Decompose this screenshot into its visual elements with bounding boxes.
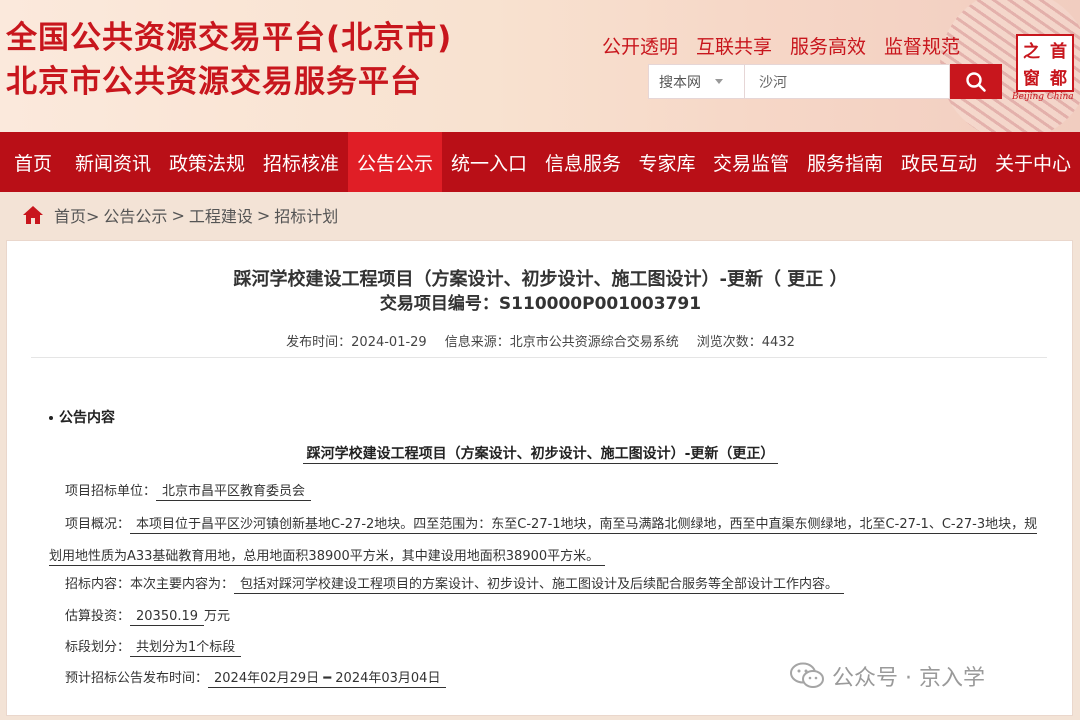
view-count: 浏览次数：4432 (696, 335, 795, 350)
article-panel: 踩河学校建设工程项目（方案设计、初步设计、施工图设计）-更新（ 更正 ） 交易项… (6, 240, 1073, 716)
slogan-item: 服务高效 (790, 36, 867, 58)
nav-item-supervision[interactable]: 交易监管 (704, 132, 798, 192)
beijing-logo[interactable]: 之 首 窗 都 (1016, 34, 1074, 92)
publish-time-value: 2024年02月29日 ━ 2024年03月04日 (208, 671, 447, 688)
chevron-down-icon (715, 79, 723, 84)
project-overview: 项目概况： 本项目位于昌平区沙河镇创新基地C-27-2地块。四至范围为：东至C-2… (49, 517, 1038, 566)
project-code-label: 交易项目编号： (379, 294, 499, 314)
search-scope-label: 搜本网 (659, 74, 701, 91)
slogan-bar: 公开透明 互联共享 服务高效 监督规范 (602, 32, 960, 59)
slogan-item: 互联共享 (696, 36, 773, 58)
nav-item-news[interactable]: 新闻资讯 (66, 132, 160, 192)
nav-item-info-services[interactable]: 信息服务 (536, 132, 630, 192)
bidding-content-row: 招标内容：本次主要内容为： 包括对踩河学校建设工程项目的方案设计、初步设计、施工图… (65, 573, 845, 594)
nav-item-home[interactable]: 首页 (0, 132, 66, 192)
breadcrumb-announcements[interactable]: 公告公示 (103, 203, 167, 227)
lots-value: 共划分为1个标段 (130, 640, 242, 657)
lots-row: 标段划分： 共划分为1个标段 (65, 636, 242, 657)
logo-char: 窗 (1023, 69, 1040, 89)
breadcrumb-separator: > (256, 205, 271, 225)
logo-char: 之 (1023, 42, 1040, 62)
nav-item-interaction[interactable]: 政民互动 (892, 132, 986, 192)
home-icon (23, 206, 43, 224)
logo-char: 首 (1050, 42, 1067, 62)
article-meta: 发布时间：2024-01-29 信息来源：北京市公共资源综合交易系统 浏览次数：… (7, 331, 1074, 350)
nav-item-policy[interactable]: 政策法规 (160, 132, 254, 192)
bidding-unit-row: 项目招标单位： 北京市昌平区教育委员会 (65, 480, 312, 501)
nav-item-expert-db[interactable]: 专家库 (630, 132, 704, 192)
wechat-watermark: 公众号 · 京入学 (790, 660, 985, 692)
slogan-item: 公开透明 (602, 36, 679, 58)
nav-item-service-guide[interactable]: 服务指南 (798, 132, 892, 192)
investment-value: 20350.19 (130, 609, 205, 626)
search-bar: 搜本网 (648, 64, 1002, 99)
bidding-unit-value: 北京市昌平区教育委员会 (156, 484, 312, 501)
watermark-text: 公众号 · 京入学 (832, 666, 985, 691)
section-heading: 公告内容 (49, 407, 115, 427)
breadcrumb: 首页> 公告公示 > 工程建设 > 招标计划 (22, 203, 338, 227)
divider (31, 357, 1047, 358)
wechat-icon (790, 662, 824, 688)
investment-unit: 万元 (204, 609, 231, 624)
article-title: 踩河学校建设工程项目（方案设计、初步设计、施工图设计）-更新（ 更正 ） (233, 269, 848, 290)
bullet-icon (49, 416, 53, 420)
bidding-content-value: 包括对踩河学校建设工程项目的方案设计、初步设计、施工图设计及后续配合服务等全部设… (234, 577, 845, 594)
search-input[interactable] (744, 64, 950, 99)
publish-date: 发布时间：2024-01-29 (286, 335, 427, 350)
nav-item-announcements[interactable]: 公告公示 (348, 132, 442, 192)
logo-char: 都 (1050, 69, 1067, 89)
site-header: 全国公共资源交易平台(北京市) 北京市公共资源交易服务平台 公开透明 互联共享 … (0, 0, 1080, 132)
info-source: 信息来源：北京市公共资源综合交易系统 (444, 335, 679, 350)
investment-row: 估算投资： 20350.19 万元 (65, 609, 231, 626)
main-nav: 首页 新闻资讯 政策法规 招标核准 公告公示 统一入口 信息服务 专家库 交易监… (0, 132, 1080, 192)
slogan-item: 监督规范 (884, 36, 961, 58)
site-title-line2: 北京市公共资源交易服务平台 (6, 64, 422, 100)
breadcrumb-bidding-plan[interactable]: 招标计划 (274, 203, 338, 227)
nav-item-unified-entry[interactable]: 统一入口 (442, 132, 536, 192)
notice-title: 踩河学校建设工程项目（方案设计、初步设计、施工图设计）-更新（更正） (7, 443, 1074, 464)
search-button[interactable] (950, 64, 1002, 99)
breadcrumb-separator: > (171, 205, 185, 225)
project-overview-value: 本项目位于昌平区沙河镇创新基地C-27-2地块。四至范围为：东至C-27-1地块… (49, 517, 1038, 566)
search-scope-select[interactable]: 搜本网 (648, 64, 744, 99)
site-title-line1: 全国公共资源交易平台(北京市) (6, 20, 453, 56)
nav-item-about[interactable]: 关于中心 (986, 132, 1080, 192)
publish-time-row: 预计招标公告发布时间： 2024年02月29日 ━ 2024年03月04日 (65, 667, 447, 688)
breadcrumb-home[interactable]: 首页> (54, 203, 99, 227)
project-code-value: S110000P001003791 (498, 294, 702, 314)
nav-item-bidding-approval[interactable]: 招标核准 (254, 132, 348, 192)
project-code: 交易项目编号：S110000P001003791 (7, 289, 1074, 314)
search-icon (966, 71, 986, 92)
breadcrumb-construction[interactable]: 工程建设 (189, 203, 253, 227)
logo-subtitle: Beijing China (1012, 92, 1074, 102)
